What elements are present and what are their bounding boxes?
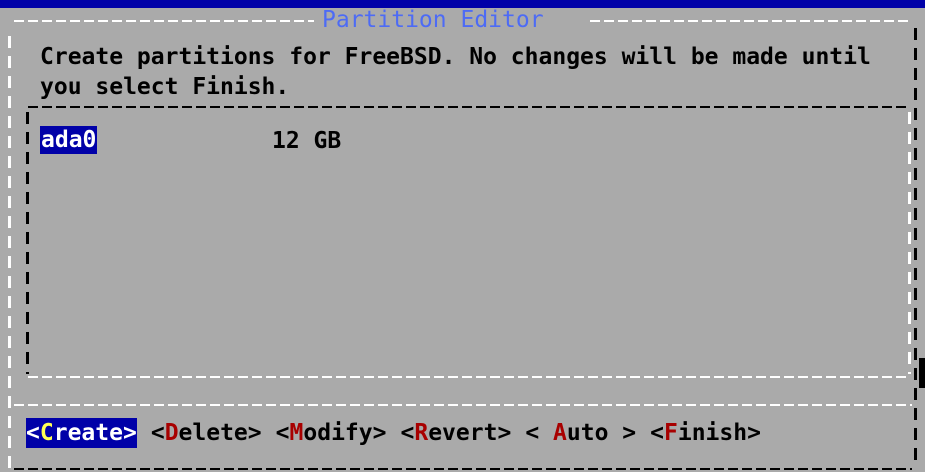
auto-button[interactable]: < Auto > [525,418,636,448]
delete-button[interactable]: <Delete> [151,418,262,448]
list-border-top [28,106,908,108]
modify-button[interactable]: <Modify> [276,418,387,448]
revert-button[interactable]: <Revert> [400,418,511,448]
dialog-border-right [914,28,917,468]
partition-editor-dialog: Partition Editor Create partitions for F… [0,8,925,472]
dialog-prompt: Create partitions for FreeBSD. No change… [40,44,885,100]
terminal-cursor [919,358,925,388]
terminal-screen: Partition Editor Create partitions for F… [0,0,925,472]
dialog-title: Partition Editor [318,8,548,34]
button-bar: <Create> <Delete> <Modify> <Revert> < Au… [26,418,761,448]
list-border-right [908,112,911,374]
list-border-bottom [28,376,908,378]
disk-name[interactable]: ada0 [40,126,98,154]
disk-row[interactable]: ada0 12 GB [40,126,540,156]
disk-list[interactable]: ada0 12 GB [40,126,540,156]
dialog-border-bottom [14,468,912,470]
dialog-border-top-left [14,20,314,22]
disk-size: 12 GB [272,128,342,154]
dialog-border-left [8,36,11,472]
list-border-left [26,112,29,374]
button-area-separator [14,404,912,406]
create-button[interactable]: <Create> [26,418,137,448]
finish-button[interactable]: <Finish> [650,418,761,448]
dialog-border-top-right [590,20,912,22]
